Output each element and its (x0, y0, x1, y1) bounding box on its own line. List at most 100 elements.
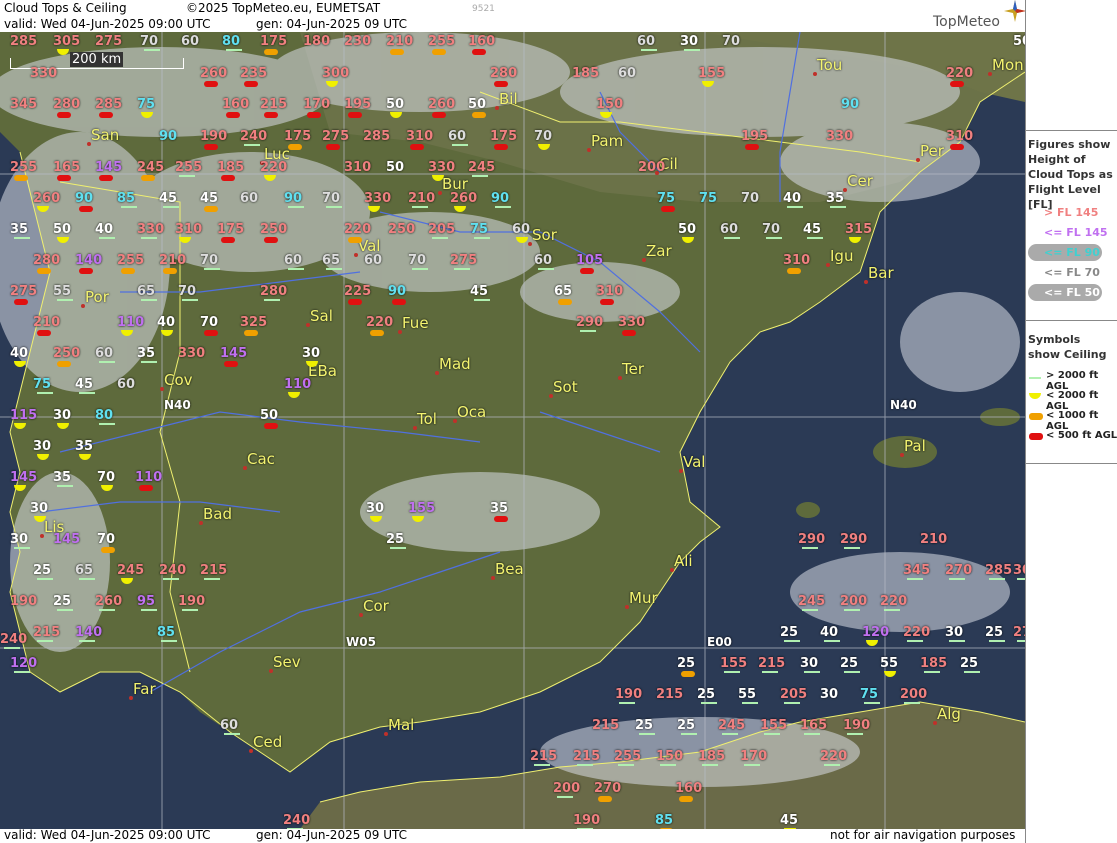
map-background (0, 32, 1025, 829)
cloud-top-value: 345 (903, 563, 931, 578)
cloud-top-value: 40 (820, 625, 839, 640)
ceiling-above-2000-symbol (454, 268, 470, 270)
ceiling-above-2000-symbol (204, 578, 220, 580)
cloud-top-value: 70 (200, 253, 219, 268)
cloud-top-value: 30 (366, 501, 385, 516)
cloud-top-value: 220 (344, 222, 372, 237)
ceiling-above-2000-symbol (79, 578, 95, 580)
cloud-top-value: 200 (840, 594, 868, 609)
cloud-top-value: 215 (200, 563, 228, 578)
cloud-top-value: 300 (322, 66, 350, 81)
cloud-top-value: 145 (95, 160, 123, 175)
legend-figure-row: <= FL 70 (1026, 264, 1117, 282)
cloud-top-value: 175 (284, 129, 312, 144)
grid-label-n40-east: N40 (890, 398, 917, 412)
ceiling-above-2000-symbol (964, 671, 980, 673)
ceiling-below-500-symbol (307, 112, 321, 118)
legend-divider (1026, 130, 1117, 131)
cloud-top-value: 255 (175, 160, 203, 175)
cloud-top-value: 280 (53, 97, 81, 112)
cloud-top-value: 220 (880, 594, 908, 609)
cloud-top-value: 55 (880, 656, 899, 671)
cloud-top-value: 235 (240, 66, 268, 81)
cloud-top-value: 215 (656, 687, 684, 702)
cloud-top-value: 175 (490, 129, 518, 144)
cloud-top-value: 105 (576, 253, 604, 268)
cloud-top-value: 25 (386, 532, 405, 547)
ceiling-below-500-symbol (950, 81, 964, 87)
cloud-top-value: 275 (322, 129, 350, 144)
legend-figure-label: > FL 145 (1044, 206, 1099, 219)
ceiling-above-2000-symbol (641, 49, 657, 51)
cloud-top-value: 60 (720, 222, 739, 237)
cloud-top-value: 180 (303, 34, 331, 49)
cloud-top-value: 285 (10, 34, 38, 49)
city-label: Mal (388, 716, 415, 734)
cloud-top-value: 260 (428, 97, 456, 112)
cloud-top-value: 215 (573, 749, 601, 764)
cloud-top-value: 25 (960, 656, 979, 671)
legend-ceiling-symbol (1029, 393, 1041, 399)
ceiling-above-2000-symbol (163, 578, 179, 580)
cloud-top-value: 110 (117, 315, 145, 330)
cloud-top-value: 35 (826, 191, 845, 206)
cloud-top-value: 150 (656, 749, 684, 764)
cloud-top-value: 50 (1013, 34, 1025, 49)
ceiling-above-2000-symbol (141, 361, 157, 363)
cloud-top-value: 110 (284, 377, 312, 392)
ceiling-above-2000-symbol (264, 299, 280, 301)
cloud-top-value: 250 (53, 346, 81, 361)
ceiling-below-500-symbol (264, 423, 278, 429)
cloud-top-value: 325 (240, 315, 268, 330)
ceiling-above-2000-symbol (884, 609, 900, 611)
cloud-top-value: 90 (159, 129, 178, 144)
legend-figures-title: Figures show Height of Cloud Tops as Fli… (1028, 138, 1113, 211)
city-label: Bea (495, 560, 524, 578)
cloud-top-value: 155 (698, 66, 726, 81)
ceiling-above-2000-symbol (141, 609, 157, 611)
cloud-top-value: 310 (344, 160, 372, 175)
satellite-map[interactable]: 200 km N40 W05 E00 N40 Bil Tou Mon San Pam Lu… (0, 32, 1025, 829)
cloud-top-value: 210 (408, 191, 436, 206)
cloud-top-value: 50 (386, 97, 405, 112)
legend-symbol-label: < 2000 ft AGL (1046, 390, 1099, 412)
ceiling-above-2000-symbol (121, 206, 137, 208)
ceiling-above-2000-symbol (702, 764, 718, 766)
cloud-top-value: 140 (75, 625, 103, 640)
ceiling-below-500-symbol (494, 516, 508, 522)
cloud-top-value: 75 (137, 97, 156, 112)
cloud-top-value: 65 (137, 284, 156, 299)
cloud-top-value: 205 (780, 687, 808, 702)
ceiling-above-2000-symbol (802, 609, 818, 611)
ceiling-below-1000-symbol (679, 796, 693, 802)
cloud-top-value: 195 (344, 97, 372, 112)
cloud-top-value: 75 (33, 377, 52, 392)
cloud-top-value: 30 (945, 625, 964, 640)
cloud-top-value: 275 (10, 284, 38, 299)
cloud-top-value: 330 (178, 346, 206, 361)
copyright: ©2025 TopMeteo.eu, EUMETSAT (186, 1, 381, 15)
cloud-top-value: 45 (780, 813, 799, 828)
legend-figure-label: <= FL 50 (1044, 286, 1100, 299)
ceiling-above-2000-symbol (14, 671, 30, 673)
cloud-top-value: 185 (698, 749, 726, 764)
cloud-top-value: 160 (675, 781, 703, 796)
cloud-top-value: 260 (33, 191, 61, 206)
ceiling-below-1000-symbol (141, 175, 155, 181)
cloud-top-value: 345 (10, 97, 38, 112)
cloud-top-value: 25 (985, 625, 1004, 640)
cloud-top-value: 285 (95, 97, 123, 112)
ceiling-above-2000-symbol (179, 175, 195, 177)
cloud-top-value: 70 (97, 470, 116, 485)
cloud-top-value: 220 (260, 160, 288, 175)
legend-panel: Figures show Height of Cloud Tops as Fli… (1025, 0, 1117, 843)
ceiling-above-2000-symbol (99, 609, 115, 611)
cloud-top-value: 145 (10, 470, 38, 485)
cloud-top-value: 50 (260, 408, 279, 423)
ceiling-below-500-symbol (99, 112, 113, 118)
cloud-top-value: 65 (554, 284, 573, 299)
cloud-top-value: 60 (181, 34, 200, 49)
ceiling-above-2000-symbol (14, 547, 30, 549)
ceiling-above-2000-symbol (904, 702, 920, 704)
cloud-top-value: 215 (530, 749, 558, 764)
